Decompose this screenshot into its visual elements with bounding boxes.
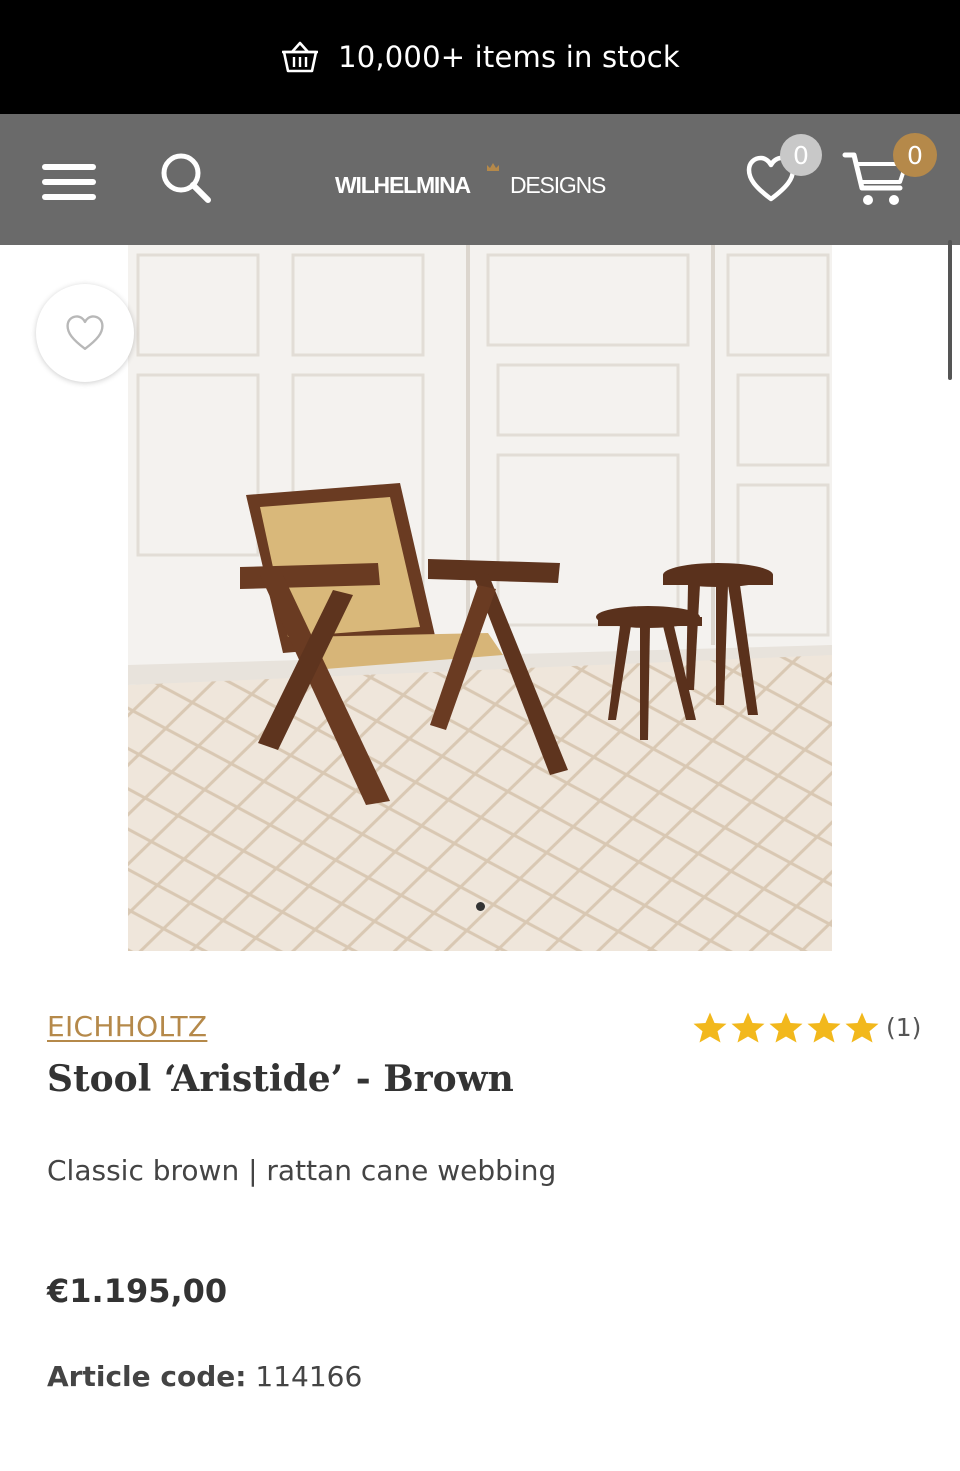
add-to-favorites-button[interactable]	[36, 284, 134, 382]
site-header: WILHELMINA DESIGNS 0 0	[0, 114, 960, 245]
product-price: €1.195,00	[47, 1272, 228, 1310]
product-photo	[128, 245, 832, 951]
basket-icon	[282, 41, 319, 73]
article-code-label: Article code:	[47, 1360, 247, 1393]
rating-count: (1)	[886, 1013, 922, 1042]
scrollbar[interactable]	[948, 240, 952, 380]
wishlist-count-badge: 0	[780, 134, 822, 176]
product-image[interactable]	[128, 245, 832, 951]
site-logo[interactable]: WILHELMINA DESIGNS	[335, 162, 635, 208]
crown-icon	[487, 163, 499, 171]
promo-bar: 10,000+ items in stock	[0, 0, 960, 114]
heart-outline-icon	[66, 315, 104, 351]
logo-text-light: DESIGNS	[510, 172, 606, 198]
menu-icon[interactable]	[40, 162, 98, 202]
product-title: Stool ‘Aristide’ - Brown	[47, 1058, 514, 1100]
star-icon	[845, 1012, 879, 1043]
product-subtitle: Classic brown | rattan cane webbing	[47, 1154, 557, 1187]
article-code: Article code: 114166	[47, 1360, 362, 1393]
star-icon	[769, 1012, 803, 1043]
star-icon	[731, 1012, 765, 1043]
article-code-value: 114166	[255, 1360, 363, 1393]
product-rating[interactable]: (1)	[692, 1011, 921, 1044]
logo-text-bold: WILHELMINA	[335, 172, 471, 198]
star-icon	[807, 1012, 841, 1043]
star-icon	[693, 1012, 727, 1043]
search-icon[interactable]	[158, 150, 214, 206]
cart-count-badge: 0	[893, 133, 937, 177]
promo-text: 10,000+ items in stock	[338, 40, 680, 74]
brand-link[interactable]: EICHHOLTZ	[47, 1010, 207, 1043]
pagination-dot-active[interactable]	[475, 902, 485, 911]
image-pagination	[0, 902, 960, 916]
